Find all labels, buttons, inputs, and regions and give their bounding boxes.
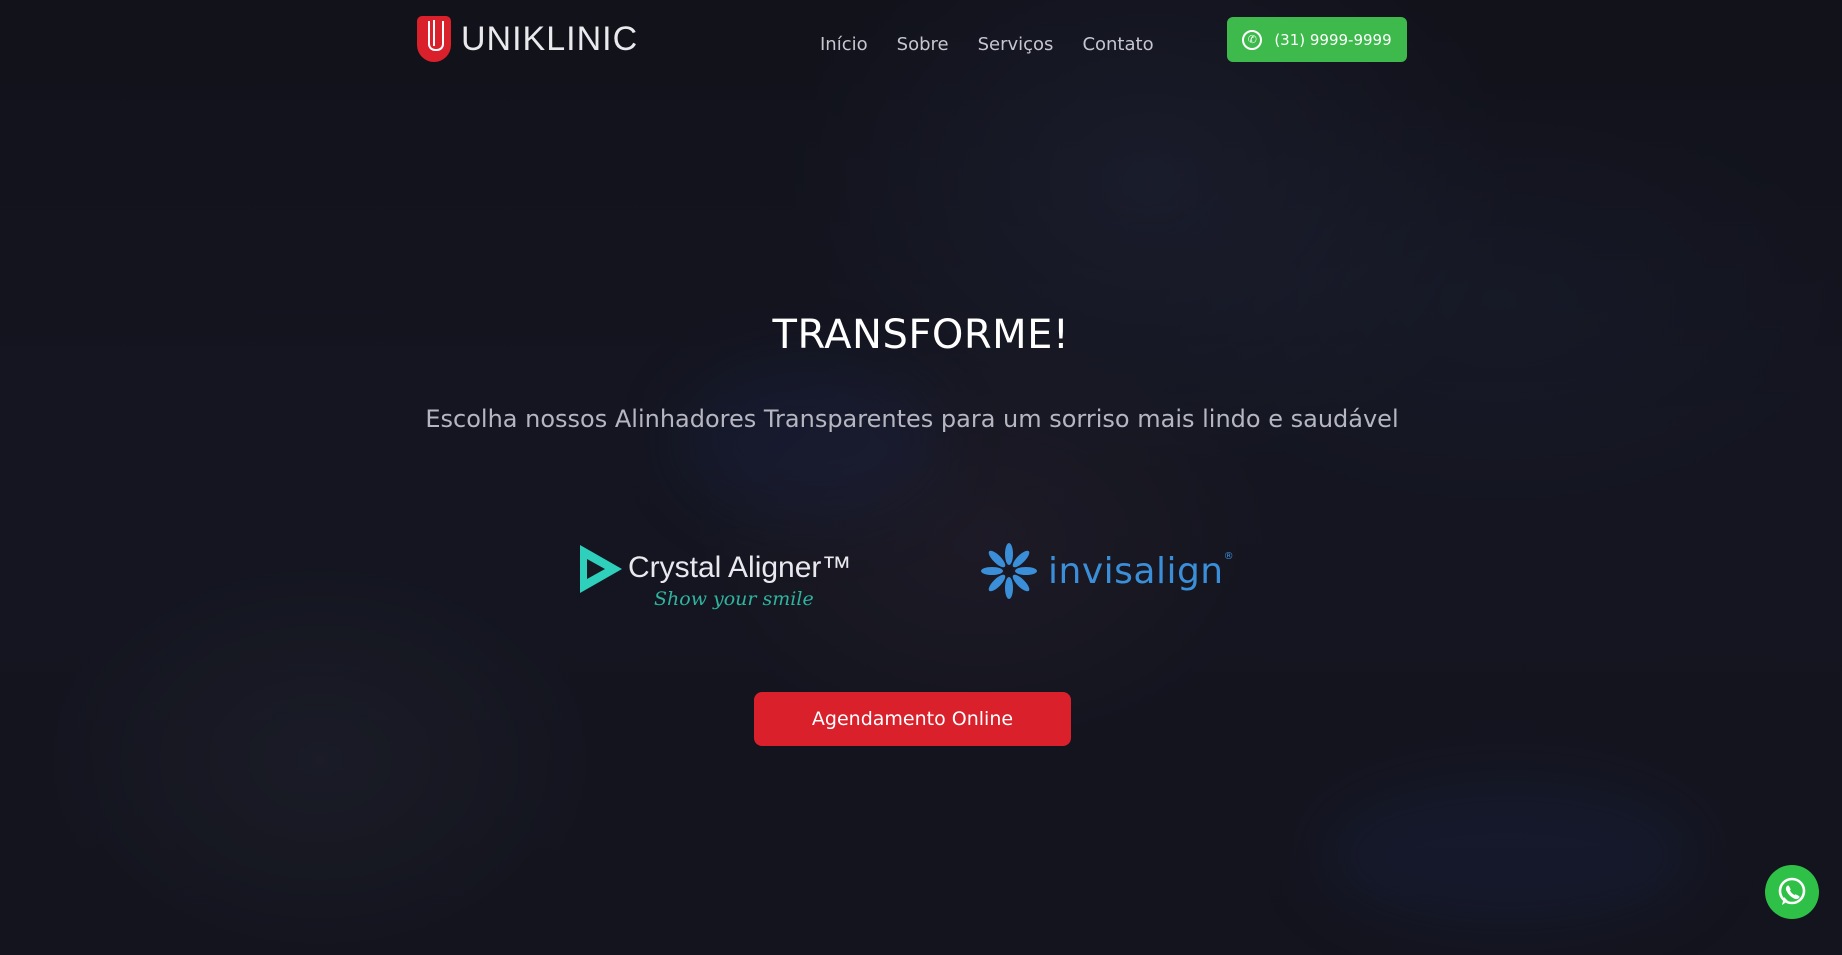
nav-link-sobre[interactable]: Sobre bbox=[897, 34, 949, 55]
hero-background bbox=[0, 0, 1842, 955]
invisalign-star-icon bbox=[981, 543, 1037, 599]
registered-mark: ® bbox=[1223, 550, 1235, 562]
site-logo[interactable]: UNIKLINIC bbox=[417, 16, 638, 62]
nav-link-contato[interactable]: Contato bbox=[1082, 34, 1153, 55]
hero-subtitle: Escolha nossos Alinhadores Transparentes… bbox=[425, 405, 1399, 433]
crystal-play-icon-inner bbox=[587, 559, 605, 579]
crystal-aligner-tagline: Show your smile bbox=[654, 588, 814, 610]
online-booking-button[interactable]: Agendamento Online bbox=[754, 692, 1071, 746]
site-header: UNIKLINIC Início Sobre Serviços Contato … bbox=[0, 0, 1842, 90]
main-nav: Início Sobre Serviços Contato bbox=[820, 34, 1154, 55]
invisalign-name: invisalign® bbox=[1048, 551, 1234, 592]
crystal-aligner-name: Crystal Aligner™ bbox=[628, 551, 852, 584]
hero-overlay bbox=[0, 0, 1842, 955]
phone-number: (31) 9999-9999 bbox=[1274, 30, 1392, 49]
hero-title: TRANSFORME! bbox=[772, 312, 1070, 358]
nav-link-servicos[interactable]: Serviços bbox=[978, 34, 1054, 55]
nav-link-inicio[interactable]: Início bbox=[820, 34, 868, 55]
invisalign-wordmark: invisalign bbox=[1048, 550, 1224, 592]
logo-text: UNIKLINIC bbox=[461, 19, 639, 58]
floating-whatsapp-button[interactable] bbox=[1765, 865, 1819, 919]
crystal-aligner-logo: Crystal Aligner™ Show your smile bbox=[580, 543, 860, 623]
whatsapp-icon bbox=[1778, 877, 1806, 905]
whatsapp-phone-button[interactable]: ✆ (31) 9999-9999 bbox=[1227, 17, 1407, 62]
invisalign-logo: invisalign® bbox=[980, 540, 1240, 602]
whatsapp-icon: ✆ bbox=[1242, 29, 1263, 50]
logo-mark-icon bbox=[417, 16, 451, 62]
